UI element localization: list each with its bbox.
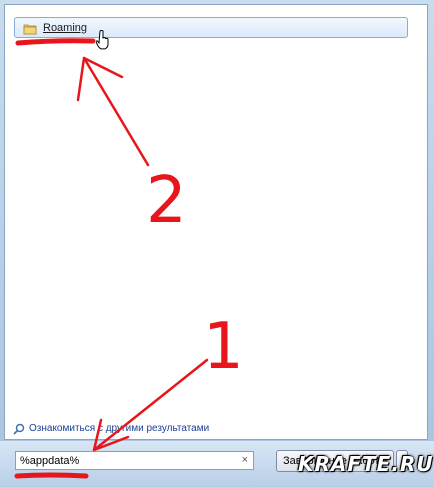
search-input[interactable] xyxy=(20,454,230,467)
result-item-label: Roaming xyxy=(43,21,88,34)
hand-cursor-icon xyxy=(95,30,110,50)
folder-icon xyxy=(23,22,37,34)
search-box[interactable]: × xyxy=(15,451,254,470)
more-results-link[interactable]: Ознакомиться с другими результатами xyxy=(13,420,209,436)
search-magnifier-icon xyxy=(13,422,25,435)
result-item-roaming[interactable]: Roaming xyxy=(14,17,408,38)
more-results-label: Ознакомиться с другими результатами xyxy=(29,422,210,434)
clear-icon[interactable]: × xyxy=(242,454,248,466)
watermark-logo: KRAFTE.RU xyxy=(298,452,434,476)
search-results-panel xyxy=(4,4,428,440)
